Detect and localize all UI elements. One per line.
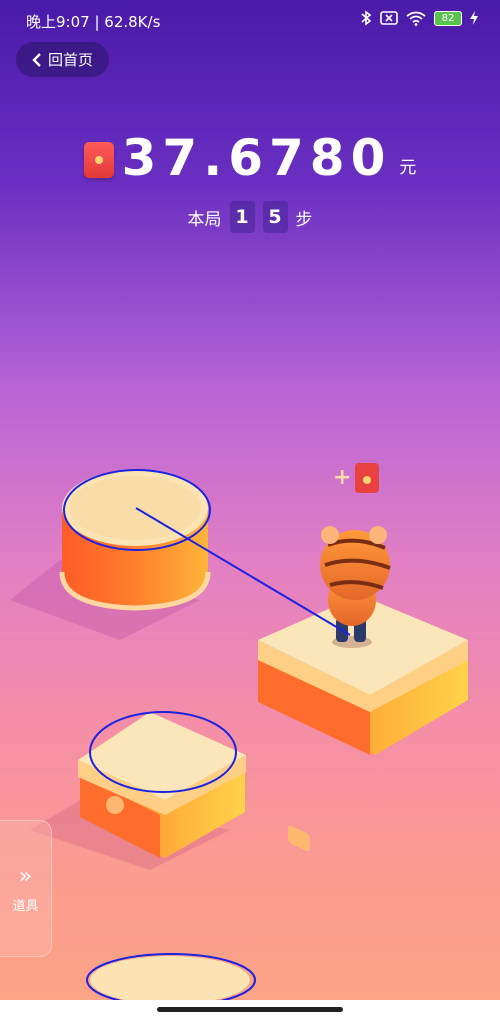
double-chevron-icon: » — [18, 863, 33, 889]
bonus-red-packet: + — [333, 463, 379, 493]
home-indicator[interactable] — [157, 1007, 343, 1012]
bonus-plus: + — [333, 465, 351, 490]
game-scene[interactable]: + — [0, 0, 500, 1020]
tools-button[interactable]: » 道具 — [0, 820, 52, 957]
tools-label: 道具 — [12, 898, 39, 914]
round-platform[interactable] — [90, 956, 250, 1004]
